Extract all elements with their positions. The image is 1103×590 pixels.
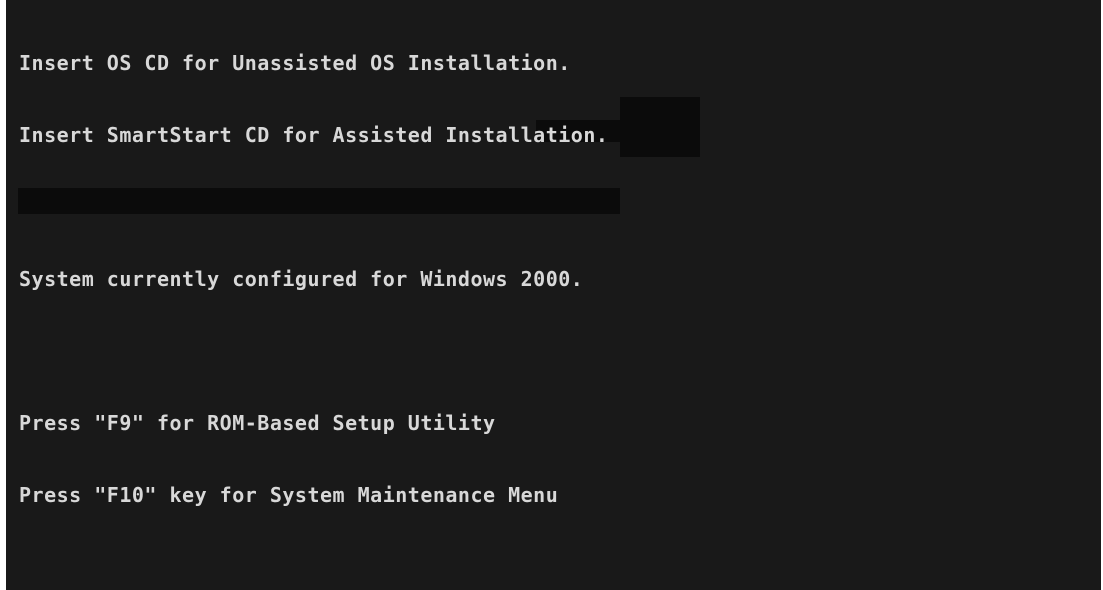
f10-maintenance-prompt: Press "F10" key for System Maintenance M… [19,483,559,507]
os-cd-message: Insert OS CD for Unassisted OS Installat… [19,51,571,75]
bios-console-screen: Insert OS CD for Unassisted OS Installat… [6,0,1101,590]
console-black-block-top-right [620,97,700,157]
f9-setup-prompt: Press "F9" for ROM-Based Setup Utility [19,411,496,435]
smartstart-cd-message: Insert SmartStart CD for Assisted Instal… [19,123,609,147]
console-text: Insert OS CD for Unassisted OS Installat… [19,3,608,555]
system-config-message: System currently configured for Windows … [19,267,584,291]
